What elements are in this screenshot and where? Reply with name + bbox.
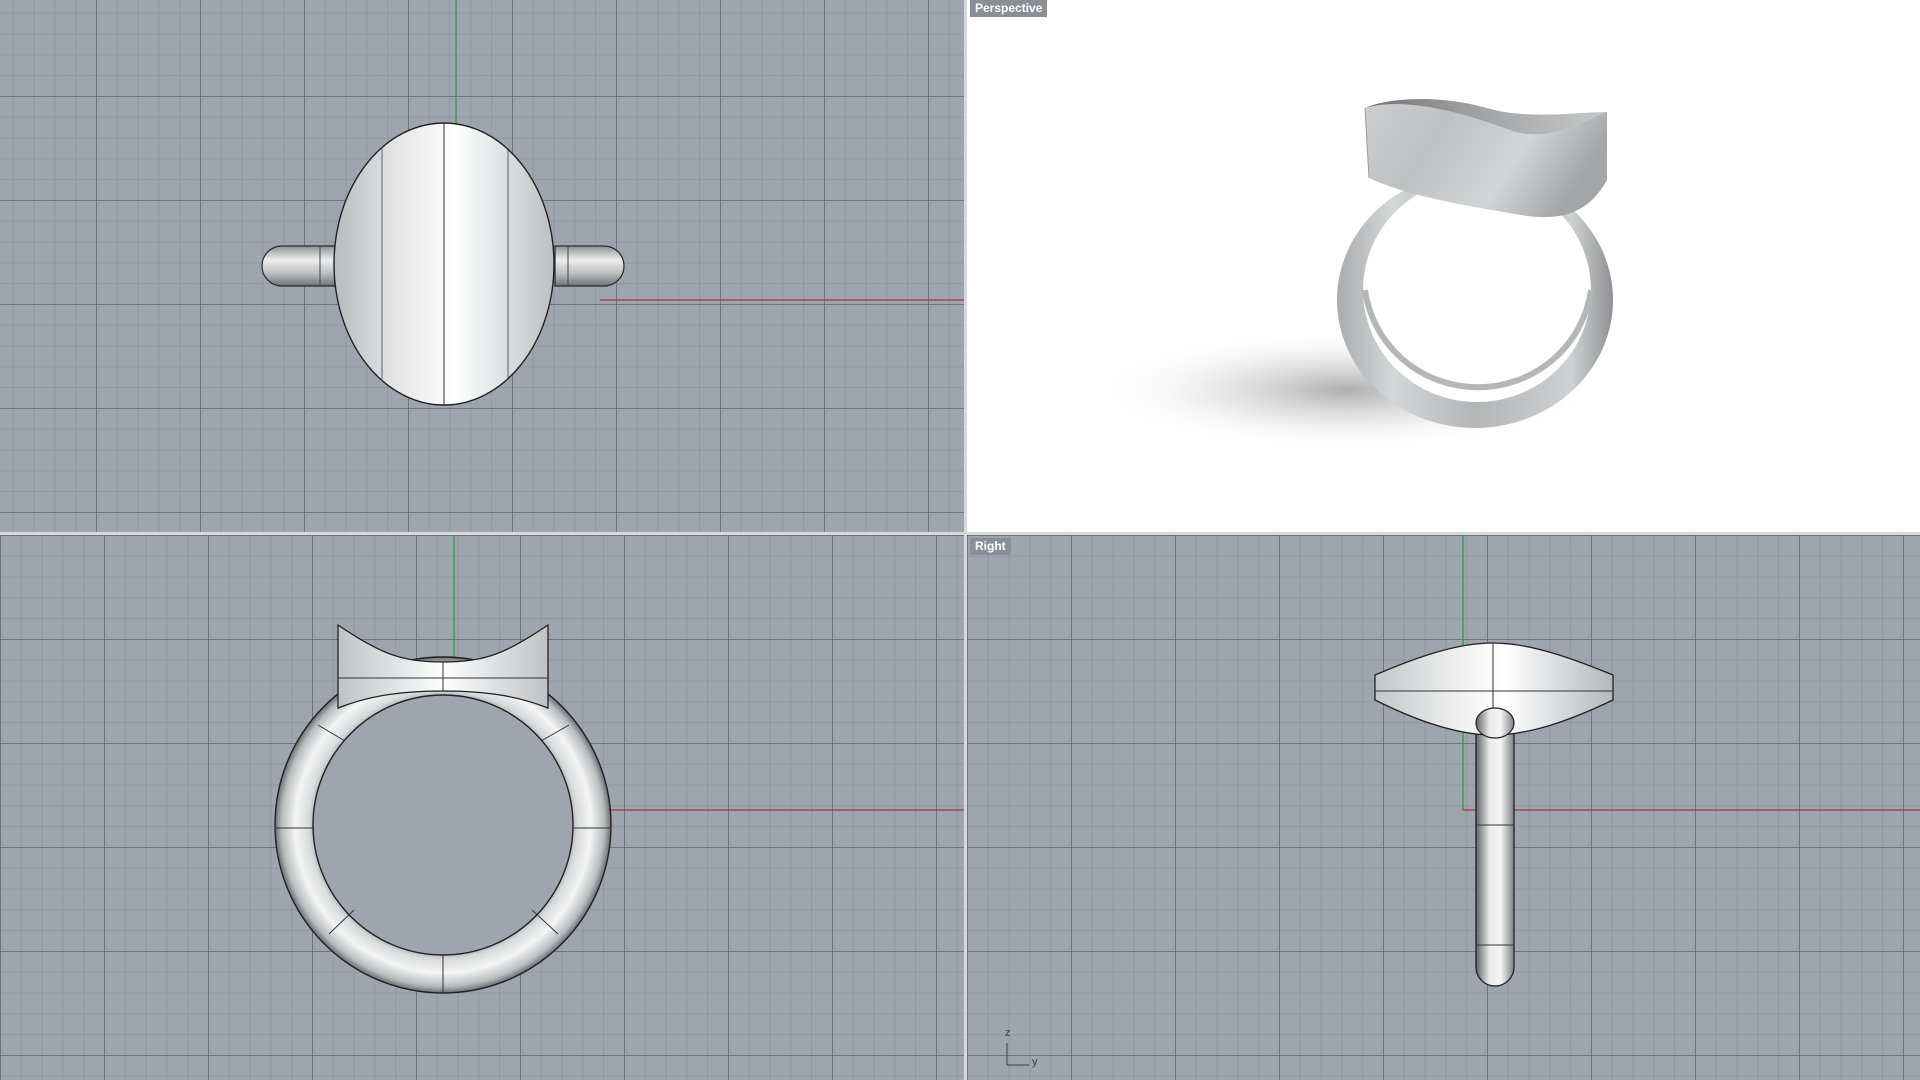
axis-widget-z-label: z	[1005, 1027, 1011, 1039]
viewport-label-perspective[interactable]: Perspective	[970, 0, 1048, 17]
viewport-top[interactable]	[0, 0, 964, 532]
viewport-perspective[interactable]: Perspective	[967, 0, 1920, 532]
ring-band-front[interactable]	[274, 656, 612, 994]
ring-saddle-right[interactable]	[1374, 642, 1614, 739]
viewport-right[interactable]: Right z y	[967, 535, 1920, 1080]
ring-perspective-model[interactable]	[1337, 98, 1613, 428]
viewport-front[interactable]	[0, 535, 964, 1080]
perspective-view-canvas	[1097, 98, 1613, 450]
axis-widget-y-label: y	[1032, 1056, 1038, 1068]
axis-widget	[1006, 1043, 1029, 1066]
ring-shank-right[interactable]	[1475, 707, 1515, 987]
ring-top-oval[interactable]	[333, 122, 555, 406]
viewport-label-right[interactable]: Right	[970, 538, 1011, 555]
top-view-canvas	[261, 0, 964, 406]
right-view-canvas	[1006, 535, 1920, 1066]
front-view-canvas	[274, 535, 964, 994]
